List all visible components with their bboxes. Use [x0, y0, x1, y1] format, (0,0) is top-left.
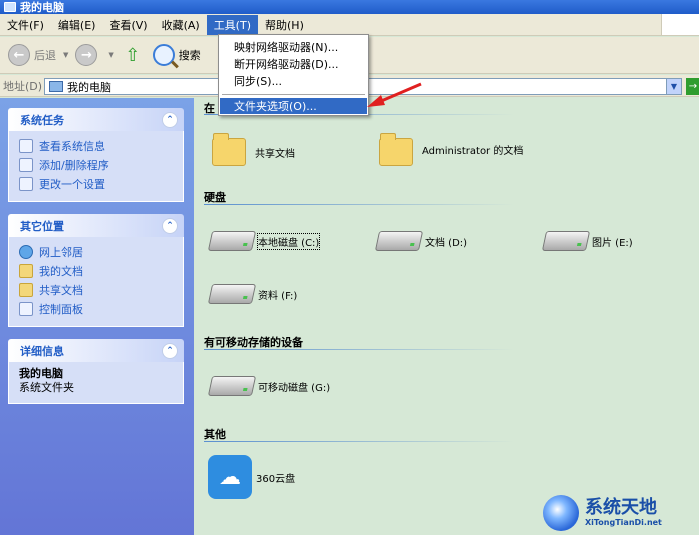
folder-icon: [379, 133, 413, 166]
control-panel-icon: [19, 176, 33, 191]
hard-drive-icon: [207, 284, 257, 304]
up-button[interactable]: ⇧: [117, 40, 149, 70]
system-info-icon: [19, 138, 33, 153]
forward-button[interactable]: →: [71, 40, 105, 70]
task-link-add-remove-programs[interactable]: 添加/删除程序: [19, 155, 175, 174]
menu-edit[interactable]: 编辑(E): [51, 15, 103, 35]
search-icon: [152, 44, 175, 66]
place-link-control-panel[interactable]: 控制面板: [19, 299, 175, 318]
drive-item-d[interactable]: 文档 (D:): [374, 231, 467, 251]
place-link-network[interactable]: 网上邻居: [19, 242, 175, 261]
computer-icon: [4, 2, 16, 12]
menu-separator: [222, 94, 365, 95]
control-panel-icon: [19, 301, 33, 316]
collapse-chevron-icon[interactable]: ⌃: [162, 342, 178, 359]
forward-dropdown-arrow-icon[interactable]: ▼: [108, 51, 113, 59]
watermark-title: 系统天地: [585, 497, 657, 518]
hard-drive-icon: [207, 231, 257, 251]
menu-item-disconnect-network-drive[interactable]: 断开网络驱动器(D)...: [220, 56, 367, 72]
folder-icon: [19, 282, 33, 297]
hard-disk-heading: 硬盘: [204, 191, 226, 204]
collapse-chevron-icon[interactable]: ⌃: [162, 217, 178, 234]
system-tasks-title: 系统任务: [20, 113, 64, 127]
my-documents-icon: [19, 263, 33, 278]
search-label: 搜索: [178, 49, 201, 62]
place-link-shared-documents[interactable]: 共享文档: [19, 280, 175, 299]
network-places-icon: [19, 244, 33, 259]
menu-favorites[interactable]: 收藏(A): [155, 15, 207, 35]
other-places-panel: 其它位置 ⌃ 网上邻居 我的文档 共享文档 控制面板: [8, 214, 184, 327]
menu-tools[interactable]: 工具(T): [206, 14, 258, 35]
title-bar: 我的电脑: [0, 0, 699, 14]
forward-arrow-icon: →: [75, 44, 98, 66]
menu-item-folder-options[interactable]: 文件夹选项(O)...: [220, 98, 367, 114]
menu-item-map-network-drive[interactable]: 映射网络驱动器(N)...: [220, 39, 367, 55]
back-arrow-icon: ←: [8, 44, 30, 66]
task-pane: 系统任务 ⌃ 查看系统信息 添加/删除程序 更改一个设置 其它位置 ⌃ 网上邻居…: [0, 98, 194, 535]
address-dropdown-icon[interactable]: ▼: [666, 79, 681, 94]
task-link-system-info[interactable]: 查看系统信息: [19, 136, 175, 155]
section-divider: [204, 349, 514, 350]
content-area: 在 共享文档 Administrator 的文档 硬盘 本地磁盘 (C:) 文档…: [194, 98, 699, 535]
menu-item-synchronize[interactable]: 同步(S)...: [220, 73, 367, 89]
other-places-title: 其它位置: [20, 219, 64, 233]
address-value: 我的电脑: [67, 80, 111, 94]
section-divider: [204, 441, 514, 442]
folder-item-shared-documents[interactable]: 共享文档: [212, 133, 295, 166]
windows-logo-icon: [661, 14, 699, 35]
menu-view[interactable]: 查看(V): [102, 15, 154, 35]
details-panel: 详细信息 ⌃ 我的电脑 系统文件夹: [8, 339, 184, 404]
menu-help[interactable]: 帮助(H): [258, 15, 311, 35]
hard-drive-icon: [374, 231, 424, 251]
watermark-subtitle: XiTongTianDi.net: [585, 518, 662, 527]
task-link-change-setting[interactable]: 更改一个设置: [19, 174, 175, 193]
details-description: 系统文件夹: [19, 381, 74, 394]
window-title: 我的电脑: [20, 1, 64, 14]
menu-file[interactable]: 文件(F): [0, 15, 51, 35]
details-name: 我的电脑: [19, 367, 63, 380]
computer-icon: [49, 81, 63, 92]
drive-item-e[interactable]: 图片 (E:): [541, 231, 633, 251]
folder-up-icon: ⇧: [125, 44, 141, 66]
back-button[interactable]: ← 后退: [4, 40, 60, 70]
red-arrow-icon: [367, 82, 422, 107]
system-tasks-panel: 系统任务 ⌃ 查看系统信息 添加/删除程序 更改一个设置: [8, 108, 184, 202]
details-header[interactable]: 详细信息 ⌃: [8, 339, 184, 362]
watermark-logo-icon: [543, 494, 579, 531]
back-label: 后退: [34, 49, 56, 62]
add-remove-programs-icon: [19, 157, 33, 172]
folder-item-admin-documents[interactable]: Administrator 的文档: [379, 133, 539, 166]
search-button[interactable]: 搜索: [149, 40, 205, 70]
collapse-chevron-icon[interactable]: ⌃: [162, 111, 178, 128]
other-heading: 其他: [204, 428, 226, 441]
section-divider: [204, 204, 514, 205]
folder-icon: [212, 133, 246, 166]
go-button[interactable]: →: [686, 78, 699, 95]
cloud-icon: ☁: [208, 455, 252, 499]
address-label: 地址(D): [3, 79, 43, 93]
other-item-360-cloud[interactable]: ☁ 360云盘: [208, 455, 295, 499]
details-title: 详细信息: [20, 344, 64, 358]
hard-drive-icon: [541, 231, 591, 251]
menu-bar: 文件(F) 编辑(E) 查看(V) 收藏(A) 工具(T) 帮助(H): [0, 14, 699, 36]
watermark: 系统天地 XiTongTianDi.net: [543, 490, 699, 535]
removable-heading: 有可移动存储的设备: [204, 336, 303, 349]
drive-item-g[interactable]: 可移动磁盘 (G:): [207, 376, 330, 396]
drive-item-c[interactable]: 本地磁盘 (C:): [207, 231, 321, 251]
drive-item-f[interactable]: 资料 (F:): [207, 284, 297, 304]
back-dropdown-arrow-icon[interactable]: ▼: [63, 51, 68, 59]
place-link-my-documents[interactable]: 我的文档: [19, 261, 175, 280]
tools-dropdown-menu: 映射网络驱动器(N)... 断开网络驱动器(D)... 同步(S)... 文件夹…: [218, 34, 369, 116]
removable-disk-icon: [207, 376, 257, 396]
system-tasks-header[interactable]: 系统任务 ⌃: [8, 108, 184, 131]
other-places-header[interactable]: 其它位置 ⌃: [8, 214, 184, 237]
